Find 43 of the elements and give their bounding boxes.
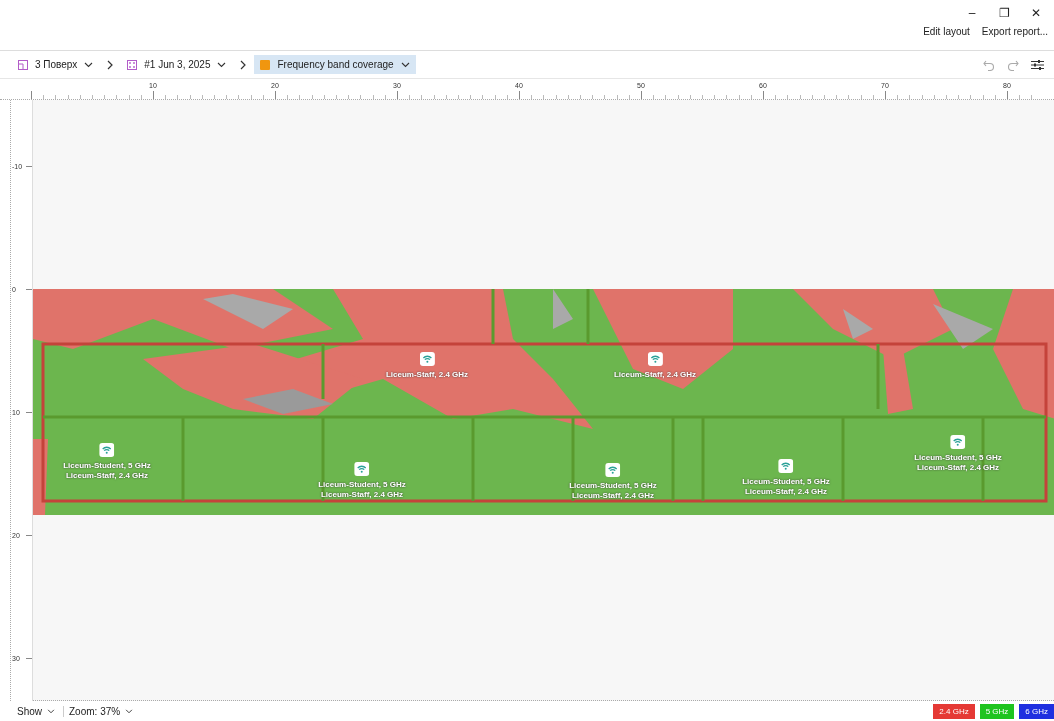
access-point-label: Liceum-Staff, 2.4 GHz (385, 370, 469, 379)
breadcrumb-item[interactable]: Frequency band coverage (254, 55, 416, 74)
window-control-button[interactable]: ✕ (1026, 6, 1046, 20)
access-point-label: Liceum-Student, 5 GHz (63, 461, 151, 470)
access-point-label: Liceum-Staff, 2.4 GHz (571, 491, 655, 500)
header-action-button[interactable]: Edit layout (923, 26, 970, 37)
floor-plan-icon (18, 59, 28, 70)
wifi-access-point-icon[interactable] (950, 435, 966, 449)
redo-icon[interactable] (1007, 58, 1019, 71)
show-dropdown[interactable]: Show (12, 705, 63, 717)
window-control-button[interactable]: – (962, 6, 982, 20)
band-legend-item: 6 GHz (1019, 703, 1054, 719)
access-point-label: Liceum-Staff, 2.4 GHz (65, 471, 149, 480)
access-point-label: Liceum-Staff, 2.4 GHz (320, 490, 404, 499)
undo-icon[interactable] (983, 58, 995, 71)
window-control-button[interactable]: ❐ (994, 6, 1014, 20)
chevron-down-icon (125, 708, 134, 714)
dots-square-icon (127, 59, 138, 70)
breadcrumb-item[interactable]: 3 Поверх (12, 55, 100, 74)
band-legend-item: 2.4 GHz (933, 703, 975, 719)
wifi-access-point-icon[interactable] (99, 443, 115, 457)
settings-sliders-icon[interactable] (1031, 58, 1044, 71)
square-icon (260, 59, 271, 70)
chevron-right-icon (240, 59, 247, 70)
chevron-down-icon (400, 61, 410, 68)
access-point-label: Liceum-Staff, 2.4 GHz (916, 463, 1000, 472)
chevron-down-icon (47, 708, 55, 714)
map-canvas[interactable] (33, 100, 1054, 701)
access-point-label: Liceum-Student, 5 GHz (914, 453, 1002, 462)
access-point-label: Liceum-Student, 5 GHz (569, 481, 657, 490)
header-action-button[interactable]: Export report... (981, 26, 1048, 37)
wifi-access-point-icon[interactable] (354, 462, 370, 476)
wifi-access-point-icon[interactable] (778, 459, 794, 473)
chevron-right-icon (107, 59, 114, 70)
access-point-label: Liceum-Staff, 2.4 GHz (744, 487, 828, 496)
chevron-down-icon (84, 61, 94, 68)
wifi-access-point-icon[interactable] (605, 463, 621, 477)
band-legend-item: 5 GHz (979, 703, 1015, 719)
zoom-dropdown[interactable]: Zoom: 37% (63, 705, 142, 717)
breadcrumb-item[interactable]: #1 Jun 3, 2025 (121, 55, 233, 74)
access-point-label: Liceum-Student, 5 GHz (742, 477, 830, 486)
access-point-label: Liceum-Student, 5 GHz (318, 480, 406, 489)
chevron-down-icon (217, 61, 227, 68)
